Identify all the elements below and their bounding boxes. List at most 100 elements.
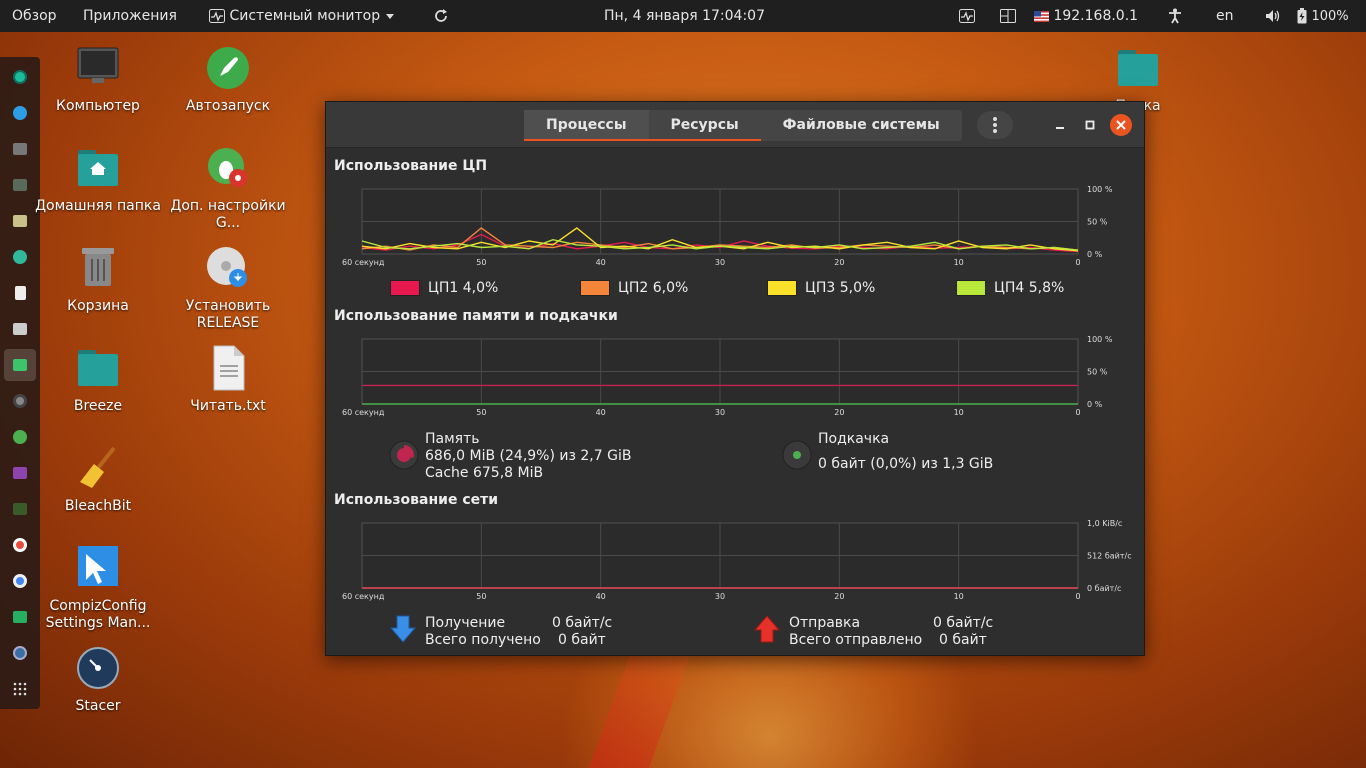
cpu4-color-swatch[interactable] [956,280,986,296]
memory-x-tick-label: 50 [476,408,486,417]
ip-address: 192.168.0.1 [1053,8,1139,24]
memory-pie-icon[interactable] [388,439,420,471]
screen-indicator[interactable] [1000,0,1016,32]
dock-show-apps[interactable] [4,673,36,705]
system-monitor-icon [209,9,225,23]
purple-app-icon [13,467,27,479]
cpu-y-tick-label: 0 % [1087,250,1103,259]
memory-y-tick-label: 0 % [1087,400,1103,409]
app-menu[interactable]: Системный монитор [209,0,395,32]
document-icon [14,286,26,300]
dock-archive[interactable] [4,205,36,237]
tab-processes[interactable]: Процессы [524,110,649,141]
us-flag-icon [1034,10,1049,22]
desktop-breeze[interactable]: Breeze [33,344,163,415]
cpu-x-tick-label: 10 [954,258,964,267]
top-bar: Обзор Приложения Системный монитор Пн, 4… [0,0,1366,32]
cpu4-legend-label: ЦП4 5,8% [994,280,1065,296]
cpu2-legend-label: ЦП2 6,0% [618,280,689,296]
desktop-readme[interactable]: Читать.txt [163,344,293,415]
network-section-title: Использование сети [334,492,499,508]
cpu3-legend[interactable]: ЦП3 5,0% [767,280,875,296]
folder-icon [74,344,122,392]
minimize-button[interactable] [1050,115,1070,135]
dock-disks[interactable] [4,385,36,417]
dock-chrome[interactable] [4,565,36,597]
battery-percent: 100% [1311,9,1349,24]
close-button[interactable] [1110,114,1132,136]
network-chart: 60 секунд 50 40 30 20 10 0 1,0 KiB/с 512 байт/с 0… [342,519,1132,601]
applications-menu[interactable]: Приложения [83,0,177,32]
desktop-home[interactable]: Домашняя папка [33,144,163,215]
network-x-tick-label: 50 [476,592,486,601]
network-y-tick-label: 512 байт/с [1087,552,1132,561]
battery-indicator[interactable]: 100% [1297,0,1349,32]
system-monitor-indicator[interactable] [959,0,975,32]
keyboard-layout[interactable]: en [1216,0,1234,32]
stacer-gauge-icon [74,644,122,692]
dock-gimp-tweaks[interactable] [4,421,36,453]
cpu1-legend[interactable]: ЦП1 4,0% [390,280,498,296]
activities-button[interactable]: Обзор [12,0,57,32]
dock-nvidia[interactable] [4,493,36,525]
cpu4-legend[interactable]: ЦП4 5,8% [956,280,1064,296]
desktop-compiz-label: CompizConfig Settings Man... [45,598,151,631]
dock-files[interactable] [4,133,36,165]
tab-resources[interactable]: Ресурсы [648,110,761,141]
kebab-dot-icon [993,129,997,133]
display-icon [1000,9,1016,23]
receive-total-label: Всего получено [425,632,541,648]
desktop-stacer[interactable]: Stacer [33,644,163,715]
app-menu-label: Системный монитор [229,8,381,24]
dock-downloads[interactable] [4,97,36,129]
desktop-computer[interactable]: Компьютер [33,44,163,115]
dock-grid-app[interactable] [4,313,36,345]
dock-text-editor[interactable] [4,277,36,309]
desktop-bleachbit[interactable]: BleachBit [33,444,163,515]
desktop-trash[interactable]: Корзина [33,244,163,315]
disk-icon [13,394,27,408]
dock-system-monitor[interactable] [4,349,36,381]
window-titlebar[interactable]: Процессы Ресурсы Файловые системы [326,102,1144,148]
desktop-home-label: Домашняя папка [35,198,161,214]
dock-stacer[interactable] [4,637,36,669]
folder-icon [1114,44,1162,92]
dock-shutter[interactable] [4,61,36,93]
tab-file-systems[interactable]: Файловые системы [761,110,962,141]
desktop-compiz[interactable]: CompizConfig Settings Man... [33,544,163,632]
dock-search-app[interactable] [4,529,36,561]
upload-arrow-icon[interactable] [753,615,781,643]
foot-icon [13,430,27,444]
network-indicator[interactable]: 192.168.0.1 [1034,0,1138,32]
maximize-button[interactable] [1080,115,1100,135]
reload-button[interactable] [433,0,449,32]
installer-disc-icon [204,244,252,292]
window-menu-button[interactable] [977,111,1013,139]
desktop-autostart[interactable]: Автозапуск [163,44,293,115]
dock-screenshot[interactable] [4,601,36,633]
cpu2-color-swatch[interactable] [580,280,610,296]
memory-x-tick-label: 10 [954,408,964,417]
send-rate: 0 байт/с [933,615,994,631]
dock-tweaks[interactable] [4,241,36,273]
rocket-icon [204,44,252,92]
desktop-autostart-label: Автозапуск [185,98,271,114]
cpu3-legend-label: ЦП3 5,0% [805,280,876,296]
cpu2-legend[interactable]: ЦП2 6,0% [580,280,688,296]
cpu-x-tick-label: 30 [715,258,725,267]
grid-icon [13,323,27,335]
dock-purple-app[interactable] [4,457,36,489]
swap-pie-icon[interactable] [781,439,813,471]
cpu1-color-swatch[interactable] [390,280,420,296]
volume-indicator[interactable] [1265,0,1281,32]
network-x-tick-label: 10 [954,592,964,601]
dock-image-viewer[interactable] [4,169,36,201]
clock[interactable]: Пн, 4 января 17:04:07 [604,0,765,32]
desktop-tweaks[interactable]: Доп. настройки G... [163,144,293,232]
gauge-icon [13,646,27,660]
cpu3-color-swatch[interactable] [767,280,797,296]
accessibility-indicator[interactable] [1168,0,1182,32]
memory-x-tick-label: 0 [1075,408,1080,417]
desktop-install[interactable]: Установить RELEASE [163,244,293,332]
download-arrow-icon[interactable] [389,615,417,643]
